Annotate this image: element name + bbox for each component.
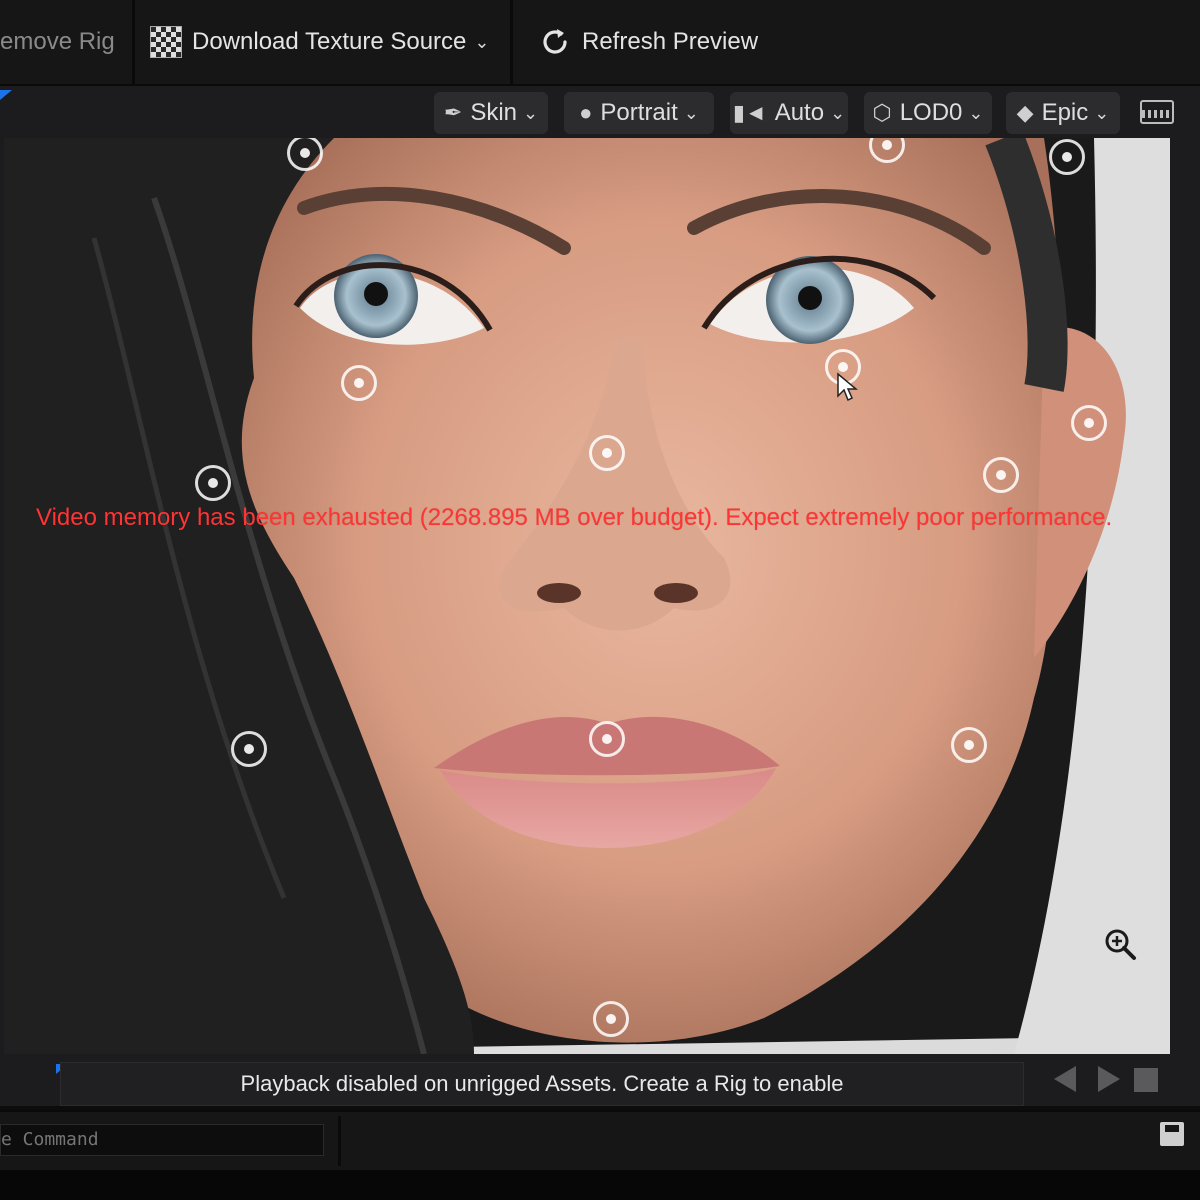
quality-label: Epic (1041, 99, 1089, 126)
stop-icon[interactable] (1134, 1068, 1158, 1092)
face-render (4, 138, 1170, 1054)
rig-control-point[interactable] (231, 731, 267, 767)
toolbar-separator (510, 0, 513, 84)
auto-camera-dropdown[interactable]: ▮◄ Auto ⌄ (730, 92, 848, 134)
chevron-down-icon: ⌄ (683, 102, 699, 123)
monitor-bezel (0, 1170, 1200, 1200)
rig-control-point[interactable] (589, 435, 625, 471)
rig-control-point[interactable] (195, 465, 231, 501)
lod-dropdown[interactable]: ⬡ LOD0 ⌄ (864, 92, 992, 134)
lod-label: LOD0 (899, 99, 963, 126)
diamond-icon: ◆ (1016, 100, 1034, 125)
chevron-down-icon: ⌄ (968, 102, 984, 123)
top-toolbar: emove Rig Download Texture Source ⌄ Refr… (0, 0, 1200, 86)
chevron-down-icon: ⌄ (523, 102, 539, 123)
skin-dropdown[interactable]: ✒ Skin ⌄ (434, 92, 548, 134)
mouse-cursor-icon (837, 372, 858, 402)
refresh-preview-button[interactable]: Refresh Preview (538, 14, 758, 70)
checkerboard-icon (150, 26, 182, 58)
download-texture-source-label: Download Texture Source (192, 28, 467, 55)
video-memory-warning: Video memory has been exhausted (2268.89… (36, 504, 1113, 531)
skin-label: Skin (470, 99, 518, 126)
remove-rig-button[interactable]: emove Rig (0, 14, 115, 70)
command-separator (338, 1116, 341, 1166)
preview-viewport[interactable]: Video memory has been exhausted (2268.89… (4, 138, 1170, 1054)
rig-control-point[interactable] (983, 457, 1019, 493)
lightbulb-icon: ● (579, 100, 593, 125)
rig-control-point[interactable] (341, 365, 377, 401)
rig-control-point[interactable] (593, 1001, 629, 1037)
refresh-preview-label: Refresh Preview (582, 28, 759, 55)
chevron-down-icon: ⌄ (474, 31, 490, 52)
auto-label: Auto (774, 99, 825, 126)
playback-message: Playback disabled on unrigged Assets. Cr… (240, 1071, 844, 1096)
previous-frame-icon[interactable] (1054, 1066, 1076, 1092)
rig-control-point[interactable] (1071, 405, 1107, 441)
rig-control-point[interactable] (951, 727, 987, 763)
play-icon[interactable] (1098, 1066, 1120, 1092)
zoom-icon[interactable] (1102, 926, 1138, 962)
quality-dropdown[interactable]: ◆ Epic ⌄ (1006, 92, 1120, 134)
download-texture-source-button[interactable]: Download Texture Source ⌄ (150, 14, 489, 70)
save-icon[interactable] (1160, 1122, 1184, 1146)
toolbar-separator (132, 0, 135, 84)
rig-control-point[interactable] (1049, 139, 1085, 175)
cube-icon: ⬡ (872, 100, 892, 125)
portrait-dropdown[interactable]: ● Portrait ⌄ (564, 92, 714, 134)
viewport-corner-marker (0, 90, 12, 100)
keyboard-icon[interactable] (1140, 100, 1174, 124)
chevron-down-icon: ⌄ (830, 102, 846, 123)
camera-icon: ▮◄ (732, 100, 767, 125)
remove-rig-label: emove Rig (0, 28, 115, 55)
chevron-down-icon: ⌄ (1094, 102, 1110, 123)
rig-control-point[interactable] (589, 721, 625, 757)
brush-icon: ✒ (443, 100, 463, 125)
refresh-icon (543, 29, 567, 54)
playback-status-bar: Playback disabled on unrigged Assets. Cr… (60, 1062, 1024, 1106)
command-input[interactable] (0, 1124, 324, 1156)
portrait-label: Portrait (600, 99, 678, 126)
